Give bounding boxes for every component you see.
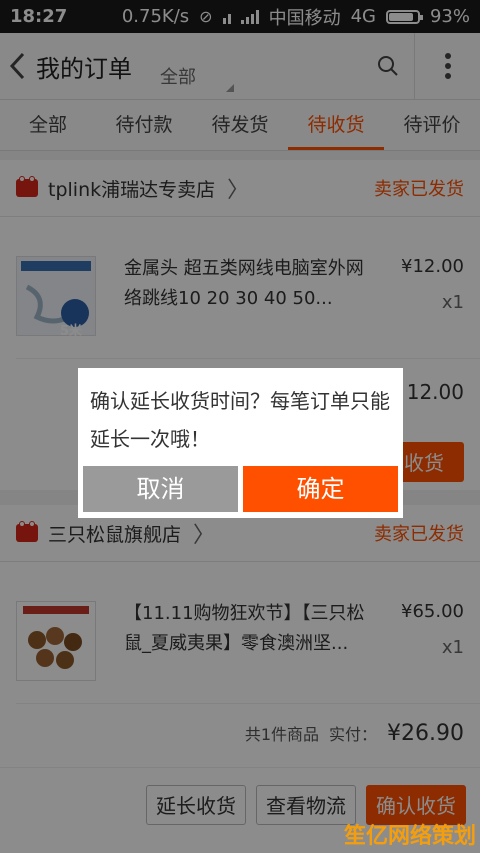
dialog-cancel-button[interactable]: 取消 — [83, 466, 238, 512]
dialog-confirm-button[interactable]: 确定 — [243, 466, 398, 512]
watermark: 笙亿网络策划 — [336, 788, 480, 853]
extend-confirm-dialog: 确认延长收货时间？每笔订单只能延长一次哦！ 取消 确定 — [78, 368, 403, 518]
dialog-message: 确认延长收货时间？每笔订单只能延长一次哦！ — [90, 389, 390, 451]
watermark-text: 笙亿网络策划 — [344, 824, 477, 849]
